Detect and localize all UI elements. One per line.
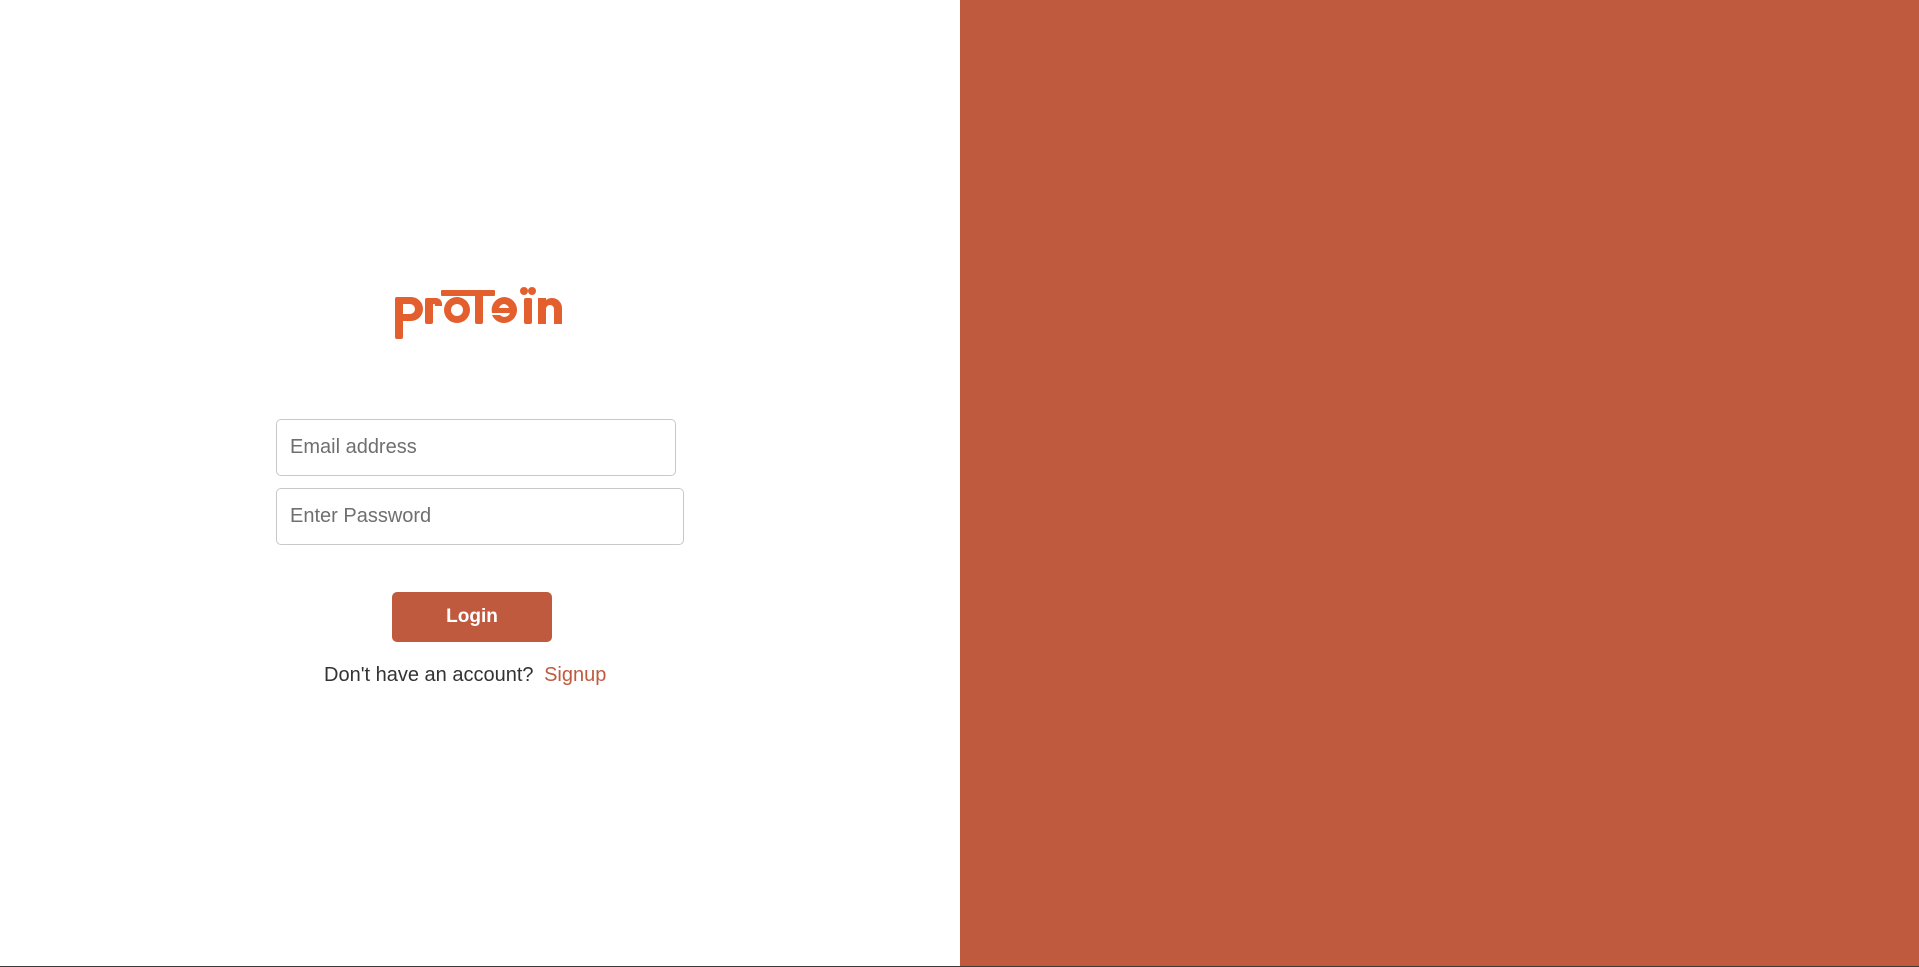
- decorative-panel: [960, 0, 1919, 966]
- protein-logo: protein: [392, 286, 564, 344]
- signup-prompt: Don't have an account?: [324, 664, 534, 686]
- signup-link[interactable]: Signup: [544, 664, 606, 686]
- logo-mark-icon: [395, 287, 562, 339]
- login-page: protein: [0, 0, 1919, 967]
- signup-row: Don't have an account? Signup: [324, 664, 606, 687]
- email-input[interactable]: [276, 419, 676, 476]
- password-input[interactable]: [276, 488, 684, 545]
- login-button[interactable]: Login: [392, 592, 552, 642]
- login-panel: protein: [0, 0, 960, 966]
